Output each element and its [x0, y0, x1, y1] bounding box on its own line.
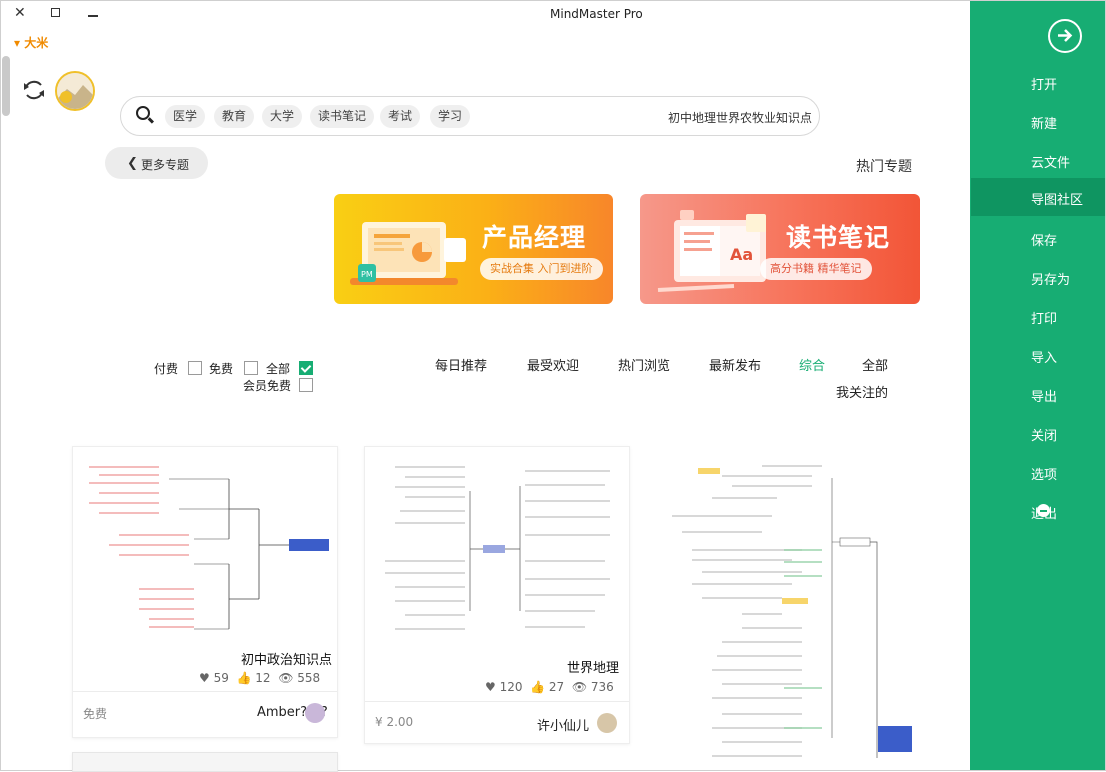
- sidebar-item-label: 新建: [1031, 117, 1058, 132]
- svg-text:Aa: Aa: [730, 245, 753, 264]
- back-arrow-icon[interactable]: [1048, 19, 1082, 53]
- tab-popular[interactable]: 最受欢迎: [527, 355, 579, 374]
- refresh-icon[interactable]: [21, 77, 47, 103]
- sidebar-item-new[interactable]: 新建: [971, 102, 1105, 140]
- tab-latest[interactable]: 最新发布: [709, 355, 761, 374]
- scrollbar-thumb[interactable]: [2, 56, 10, 116]
- mindmap-card[interactable]: 世界地理 ♥ 120 👍 27 👁 736 ¥ 2.00 许小仙儿: [364, 446, 630, 744]
- eye-icon: 👁: [278, 671, 294, 685]
- author-avatar[interactable]: [305, 703, 325, 723]
- card-divider: [73, 691, 337, 692]
- checkbox-label: 付费: [154, 362, 179, 376]
- minimize-window-icon[interactable]: [88, 15, 98, 17]
- search-input[interactable]: 初中地理世界农牧业知识点: [668, 109, 812, 126]
- checkbox-label: 免费: [209, 362, 234, 376]
- sidebar-item-community[interactable]: 导图社区: [971, 178, 1105, 216]
- sidebar-item-label: 关闭: [1031, 429, 1058, 444]
- card-author[interactable]: 许小仙儿: [537, 715, 589, 734]
- mindmap-thumbnail: [672, 465, 912, 758]
- checkbox-free[interactable]: [244, 361, 258, 375]
- sidebar-item-label: 打印: [1031, 312, 1058, 327]
- section-title: 热门专题: [856, 159, 912, 175]
- sidebar-item-open[interactable]: 打开: [971, 63, 1105, 101]
- card-price: ¥ 2.00: [375, 715, 414, 729]
- tab-daily[interactable]: 每日推荐: [435, 355, 487, 374]
- search-tag[interactable]: 大学: [262, 105, 303, 128]
- heart-icon: ♥: [485, 680, 496, 694]
- sidebar-item-label: 导入: [1031, 351, 1058, 366]
- mindmap-thumbnail: [89, 466, 329, 630]
- views-count: 558: [297, 671, 321, 685]
- sidebar-item-label: 打开: [1031, 78, 1058, 93]
- search-tag[interactable]: 考试: [380, 105, 421, 128]
- exit-icon: [1037, 504, 1050, 517]
- banner-title: 读书笔记: [786, 223, 891, 252]
- sidebar-item-label: 导图社区: [1031, 193, 1084, 208]
- search-tag[interactable]: 医学: [165, 105, 206, 128]
- card-divider: [365, 701, 629, 702]
- eye-icon: 👁: [571, 680, 588, 694]
- sidebar-item-cloud[interactable]: 云文件: [971, 141, 1105, 179]
- checkbox-all[interactable]: [299, 361, 313, 375]
- tab-comprehensive[interactable]: 综合: [799, 355, 825, 374]
- card-price: 免费: [83, 707, 108, 721]
- sidebar-item-label: 另存为: [1031, 273, 1071, 288]
- tab-all[interactable]: 全部: [862, 355, 888, 374]
- close-window-icon[interactable]: ✕: [14, 5, 26, 21]
- book-illustration: Aa: [657, 210, 766, 292]
- favorites-count: 59: [213, 671, 229, 685]
- sidebar-item-label: 云文件: [1031, 156, 1071, 171]
- laptop-illustration: PM: [350, 222, 466, 285]
- search-tag[interactable]: 教育: [214, 105, 255, 128]
- mindmap-card[interactable]: 初中政治知识点 ♥ 59 👍 12 👁 558 免费 Amber????: [72, 446, 338, 738]
- tab-hot[interactable]: 热门浏览: [618, 355, 670, 374]
- user-menu[interactable]: ▾ 大米: [14, 34, 48, 51]
- more-topics-button[interactable]: ❮ 更多专题: [105, 147, 208, 179]
- views-count: 736: [590, 680, 614, 694]
- card-title: 初中政治知识点: [241, 653, 333, 668]
- author-avatar[interactable]: [597, 713, 617, 733]
- likes-count: 27: [548, 680, 565, 694]
- favorites-count: 120: [499, 680, 523, 694]
- heart-icon: ♥: [199, 671, 210, 685]
- sidebar-item-close[interactable]: 关闭: [971, 414, 1105, 452]
- banner-title: 产品经理: [482, 223, 587, 252]
- sidebar-item-label: 选项: [1031, 468, 1058, 483]
- likes-count: 12: [255, 671, 271, 685]
- sidebar-item-save-as[interactable]: 另存为: [971, 258, 1105, 296]
- thumbs-up-icon: 👍: [236, 671, 252, 685]
- sidebar-item-label: 导出: [1031, 390, 1058, 405]
- chevron-left-icon: ❮: [127, 156, 138, 171]
- search-icon[interactable]: [136, 106, 150, 120]
- checkbox-label: 全部: [266, 362, 291, 376]
- tab-following[interactable]: 我关注的: [836, 382, 888, 401]
- checkbox-member-free[interactable]: [299, 378, 313, 392]
- checkbox-label: 会员免费: [243, 379, 292, 393]
- mindmap-card[interactable]: [662, 446, 924, 770]
- banner-product-manager[interactable]: PM 产品经理 实战合集 入门到进阶: [334, 194, 613, 304]
- banner-reading-notes[interactable]: Aa 读书笔记 高分书籍 精华笔记: [640, 194, 920, 304]
- thumbs-up-icon: 👍: [530, 680, 546, 694]
- maximize-window-icon[interactable]: [51, 8, 60, 17]
- banner-subtitle: 实战合集 入门到进阶: [480, 258, 603, 280]
- card-stats: ♥ 59 👍 12 👁 558: [199, 671, 320, 685]
- card-title: 世界地理: [567, 661, 620, 676]
- search-tag[interactable]: 学习: [430, 105, 471, 128]
- card-stats: ♥ 120 👍 27 👁 736: [485, 680, 614, 694]
- svg-text:PM: PM: [361, 270, 373, 279]
- window-title: MindMaster Pro: [550, 7, 643, 21]
- sidebar-item-save[interactable]: 保存: [971, 219, 1105, 257]
- more-topics-label: 更多专题: [141, 158, 190, 172]
- mindmap-thumbnail: [385, 466, 610, 630]
- search-tag[interactable]: 读书笔记: [310, 105, 375, 128]
- checkbox-paid[interactable]: [188, 361, 202, 375]
- sidebar-item-import[interactable]: 导入: [971, 336, 1105, 374]
- sidebar-item-export[interactable]: 导出: [971, 375, 1105, 413]
- sidebar-item-options[interactable]: 选项: [971, 453, 1105, 491]
- sidebar-item-label: 保存: [1031, 234, 1058, 249]
- sidebar-item-print[interactable]: 打印: [971, 297, 1105, 335]
- mindmap-card[interactable]: [72, 752, 338, 772]
- user-avatar[interactable]: [55, 71, 95, 111]
- banner-subtitle: 高分书籍 精华笔记: [760, 258, 872, 280]
